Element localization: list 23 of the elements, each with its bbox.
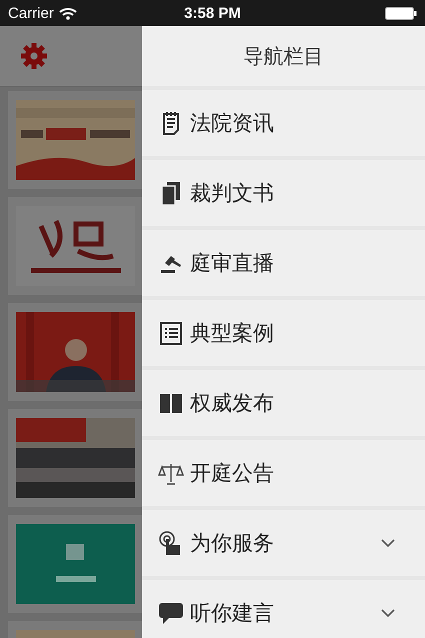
menu-item[interactable]: 裁判文书 [142,160,425,230]
menu-item[interactable]: 法院资讯 [142,90,425,160]
drawer-title: 导航栏目 [244,42,324,70]
menu-item[interactable]: 庭审直播 [142,230,425,300]
settings-icon[interactable] [20,42,48,70]
wifi-icon [58,6,77,20]
chevron-icon[interactable] [381,608,395,618]
feed-card[interactable] [8,515,142,613]
feed-card[interactable] [8,409,142,507]
speech-bubble-icon [158,600,184,626]
menu-item[interactable]: 为你服务 [142,510,425,580]
menu-item[interactable]: 权威发布 [142,370,425,440]
menu-item[interactable]: 听你建言 [142,580,425,638]
feed-card[interactable] [8,197,142,295]
carrier-name: Carrier [8,4,54,22]
feed-card[interactable] [8,91,142,189]
chevron-icon[interactable] [381,538,395,548]
battery-icon [385,6,418,20]
menu-item[interactable]: 典型案例 [142,300,425,370]
feed-card[interactable] [8,303,142,401]
list-icon [158,320,184,346]
menu-item[interactable]: 开庭公告 [142,440,425,510]
clock-time: 3:58 PM [184,4,241,22]
